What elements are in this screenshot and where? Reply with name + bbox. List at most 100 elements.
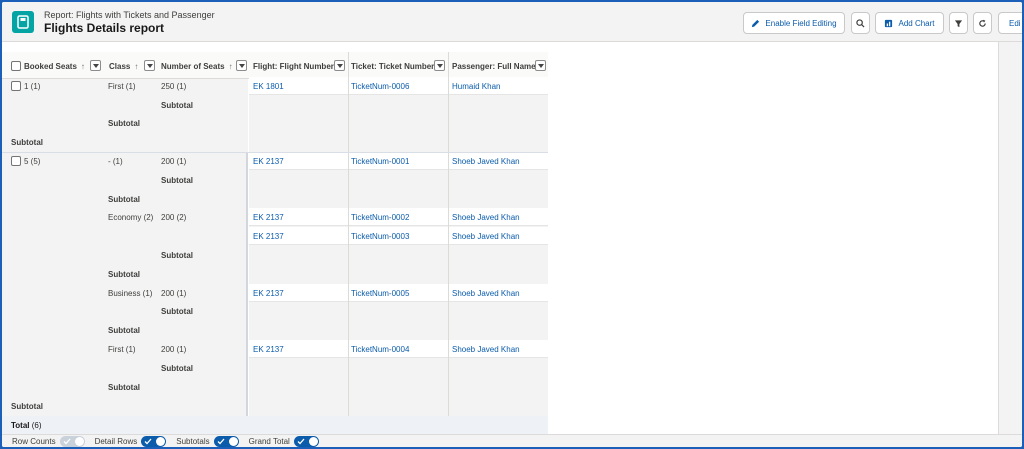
col-header-number-of-seats[interactable]: Number of Seats ↑ [161,56,233,76]
report-subtitle: Report: Flights with Tickets and Passeng… [44,10,215,20]
edit-button[interactable]: Edi [998,12,1022,34]
booked-seats-value: 1 (1) [24,81,41,91]
col-header-label: Passenger: Full Name [452,61,536,71]
column-menu-chevron-icon[interactable] [535,60,546,71]
row-checkbox[interactable] [11,156,21,166]
col-header-ticket-number[interactable]: Ticket: Ticket Number [351,56,434,76]
class-value: Economy (2) [108,213,154,222]
grand-total-toggle[interactable]: Grand Total [248,435,319,447]
sort-up-icon: ↑ [134,61,139,71]
ticket-number-link[interactable]: TicketNum-0002 [351,213,409,222]
row-checkbox[interactable] [11,81,21,91]
detail-rows-toggle[interactable]: Detail Rows [95,435,167,447]
passenger-link[interactable]: Humaid Khan [452,82,500,91]
passenger-link[interactable]: Shoeb Javed Khan [452,232,520,241]
seats-value: 250 (1) [161,82,187,91]
ticket-number-link[interactable]: TicketNum-0001 [351,157,409,166]
passenger-link[interactable]: Shoeb Javed Khan [452,213,520,222]
add-chart-button[interactable]: Add Chart [875,12,944,34]
side-panel-edge [998,42,1022,434]
col-header-label: Flight: Flight Number [253,61,334,71]
sort-up-icon: ↑ [80,61,85,71]
select-all-checkbox[interactable] [11,61,21,71]
col-header-passenger[interactable]: Passenger: Full Name [452,56,536,76]
subtotal-label: Subtotal [11,138,43,147]
toggle-switch-icon[interactable] [59,435,85,447]
chart-icon [885,19,893,27]
passenger-link[interactable]: Shoeb Javed Khan [452,345,520,354]
subtotal-label: Subtotal [108,119,140,128]
column-divider [448,52,449,434]
report-app-icon [12,11,34,33]
class-value: - (1) [108,157,123,166]
column-menu-chevron-icon[interactable] [434,60,445,71]
subtotal-label: Subtotal [161,251,193,260]
filter-button[interactable] [949,12,968,34]
report-header: Report: Flights with Tickets and Passeng… [2,2,1022,42]
table-row: 5 (5) [11,156,40,166]
flight-number-link[interactable]: EK 2137 [253,289,284,298]
passenger-link[interactable]: Shoeb Javed Khan [452,157,520,166]
group-divider [2,152,548,153]
subtotals-toggle[interactable]: Subtotals [176,435,239,447]
subtotal-label: Subtotal [161,364,193,373]
search-button[interactable] [851,12,870,34]
class-value: First (1) [108,82,136,91]
toggle-switch-icon[interactable] [293,435,319,447]
column-menu-chevron-icon[interactable] [144,60,155,71]
column-menu-chevron-icon[interactable] [90,60,101,71]
flight-number-link[interactable]: EK 2137 [253,157,284,166]
subtotal-label: Subtotal [11,402,43,411]
col-header-label: Class [109,61,131,71]
grand-total-label: Grand Total [248,436,290,446]
subtotal-label: Subtotal [108,383,140,392]
report-footer: Row Counts Detail Rows Subtotals Grand T… [2,434,1022,447]
subtotal-label: Subtotal [161,307,193,316]
flight-number-link[interactable]: EK 2137 [253,345,284,354]
refresh-button[interactable] [973,12,992,34]
seats-value: 200 (1) [161,345,187,354]
col-header-label: Ticket: Ticket Number [351,61,435,71]
ticket-number-link[interactable]: TicketNum-0006 [351,82,409,91]
col-header-class[interactable]: Class ↑ [109,56,138,76]
col-header-label: Number of Seats [161,61,225,71]
ticket-number-link[interactable]: TicketNum-0005 [351,289,409,298]
chart-area [548,42,1022,434]
flight-number-link[interactable]: EK 2137 [253,213,284,222]
seats-value: 200 (1) [161,157,187,166]
seats-value: 200 (2) [161,213,187,222]
subtotal-label: Subtotal [161,101,193,110]
report-window: Report: Flights with Tickets and Passeng… [2,2,1022,447]
enable-field-editing-button[interactable]: Enable Field Editing [743,12,845,34]
booked-seats-value: 5 (5) [24,156,41,166]
col-header-flight-number[interactable]: Flight: Flight Number [253,56,334,76]
toggle-switch-icon[interactable] [141,435,167,447]
passenger-link[interactable]: Shoeb Javed Khan [452,289,520,298]
pencil-icon [752,19,760,27]
edit-label: Edi [1009,18,1021,28]
total-count: (6) [31,421,42,430]
subtotal-label: Subtotal [108,326,140,335]
table-row: 1 (1) [11,81,40,91]
refresh-icon [979,19,986,27]
row-counts-toggle[interactable]: Row Counts [12,435,85,447]
ticket-number-link[interactable]: TicketNum-0004 [351,345,409,354]
ticket-number-link[interactable]: TicketNum-0003 [351,232,409,241]
sort-up-icon: ↑ [228,61,233,71]
add-chart-label: Add Chart [898,18,935,28]
class-value: Business (1) [108,289,153,298]
flight-number-link[interactable]: EK 2137 [253,232,284,241]
column-divider [348,52,349,434]
row-counts-label: Row Counts [12,436,56,446]
column-menu-chevron-icon[interactable] [334,60,345,71]
subtotal-label: Subtotal [161,176,193,185]
col-header-label: Booked Seats [24,61,77,71]
flight-number-link[interactable]: EK 1801 [253,82,284,91]
search-icon [856,18,865,28]
col-header-booked-seats[interactable]: Booked Seats ↑ [11,56,85,76]
class-value: First (1) [108,345,136,354]
toggle-switch-icon[interactable] [213,435,239,447]
report-table: Booked Seats ↑ Class ↑ Number of Seats ↑… [2,52,548,434]
column-menu-chevron-icon[interactable] [236,60,247,71]
enable-field-editing-label: Enable Field Editing [765,18,837,28]
